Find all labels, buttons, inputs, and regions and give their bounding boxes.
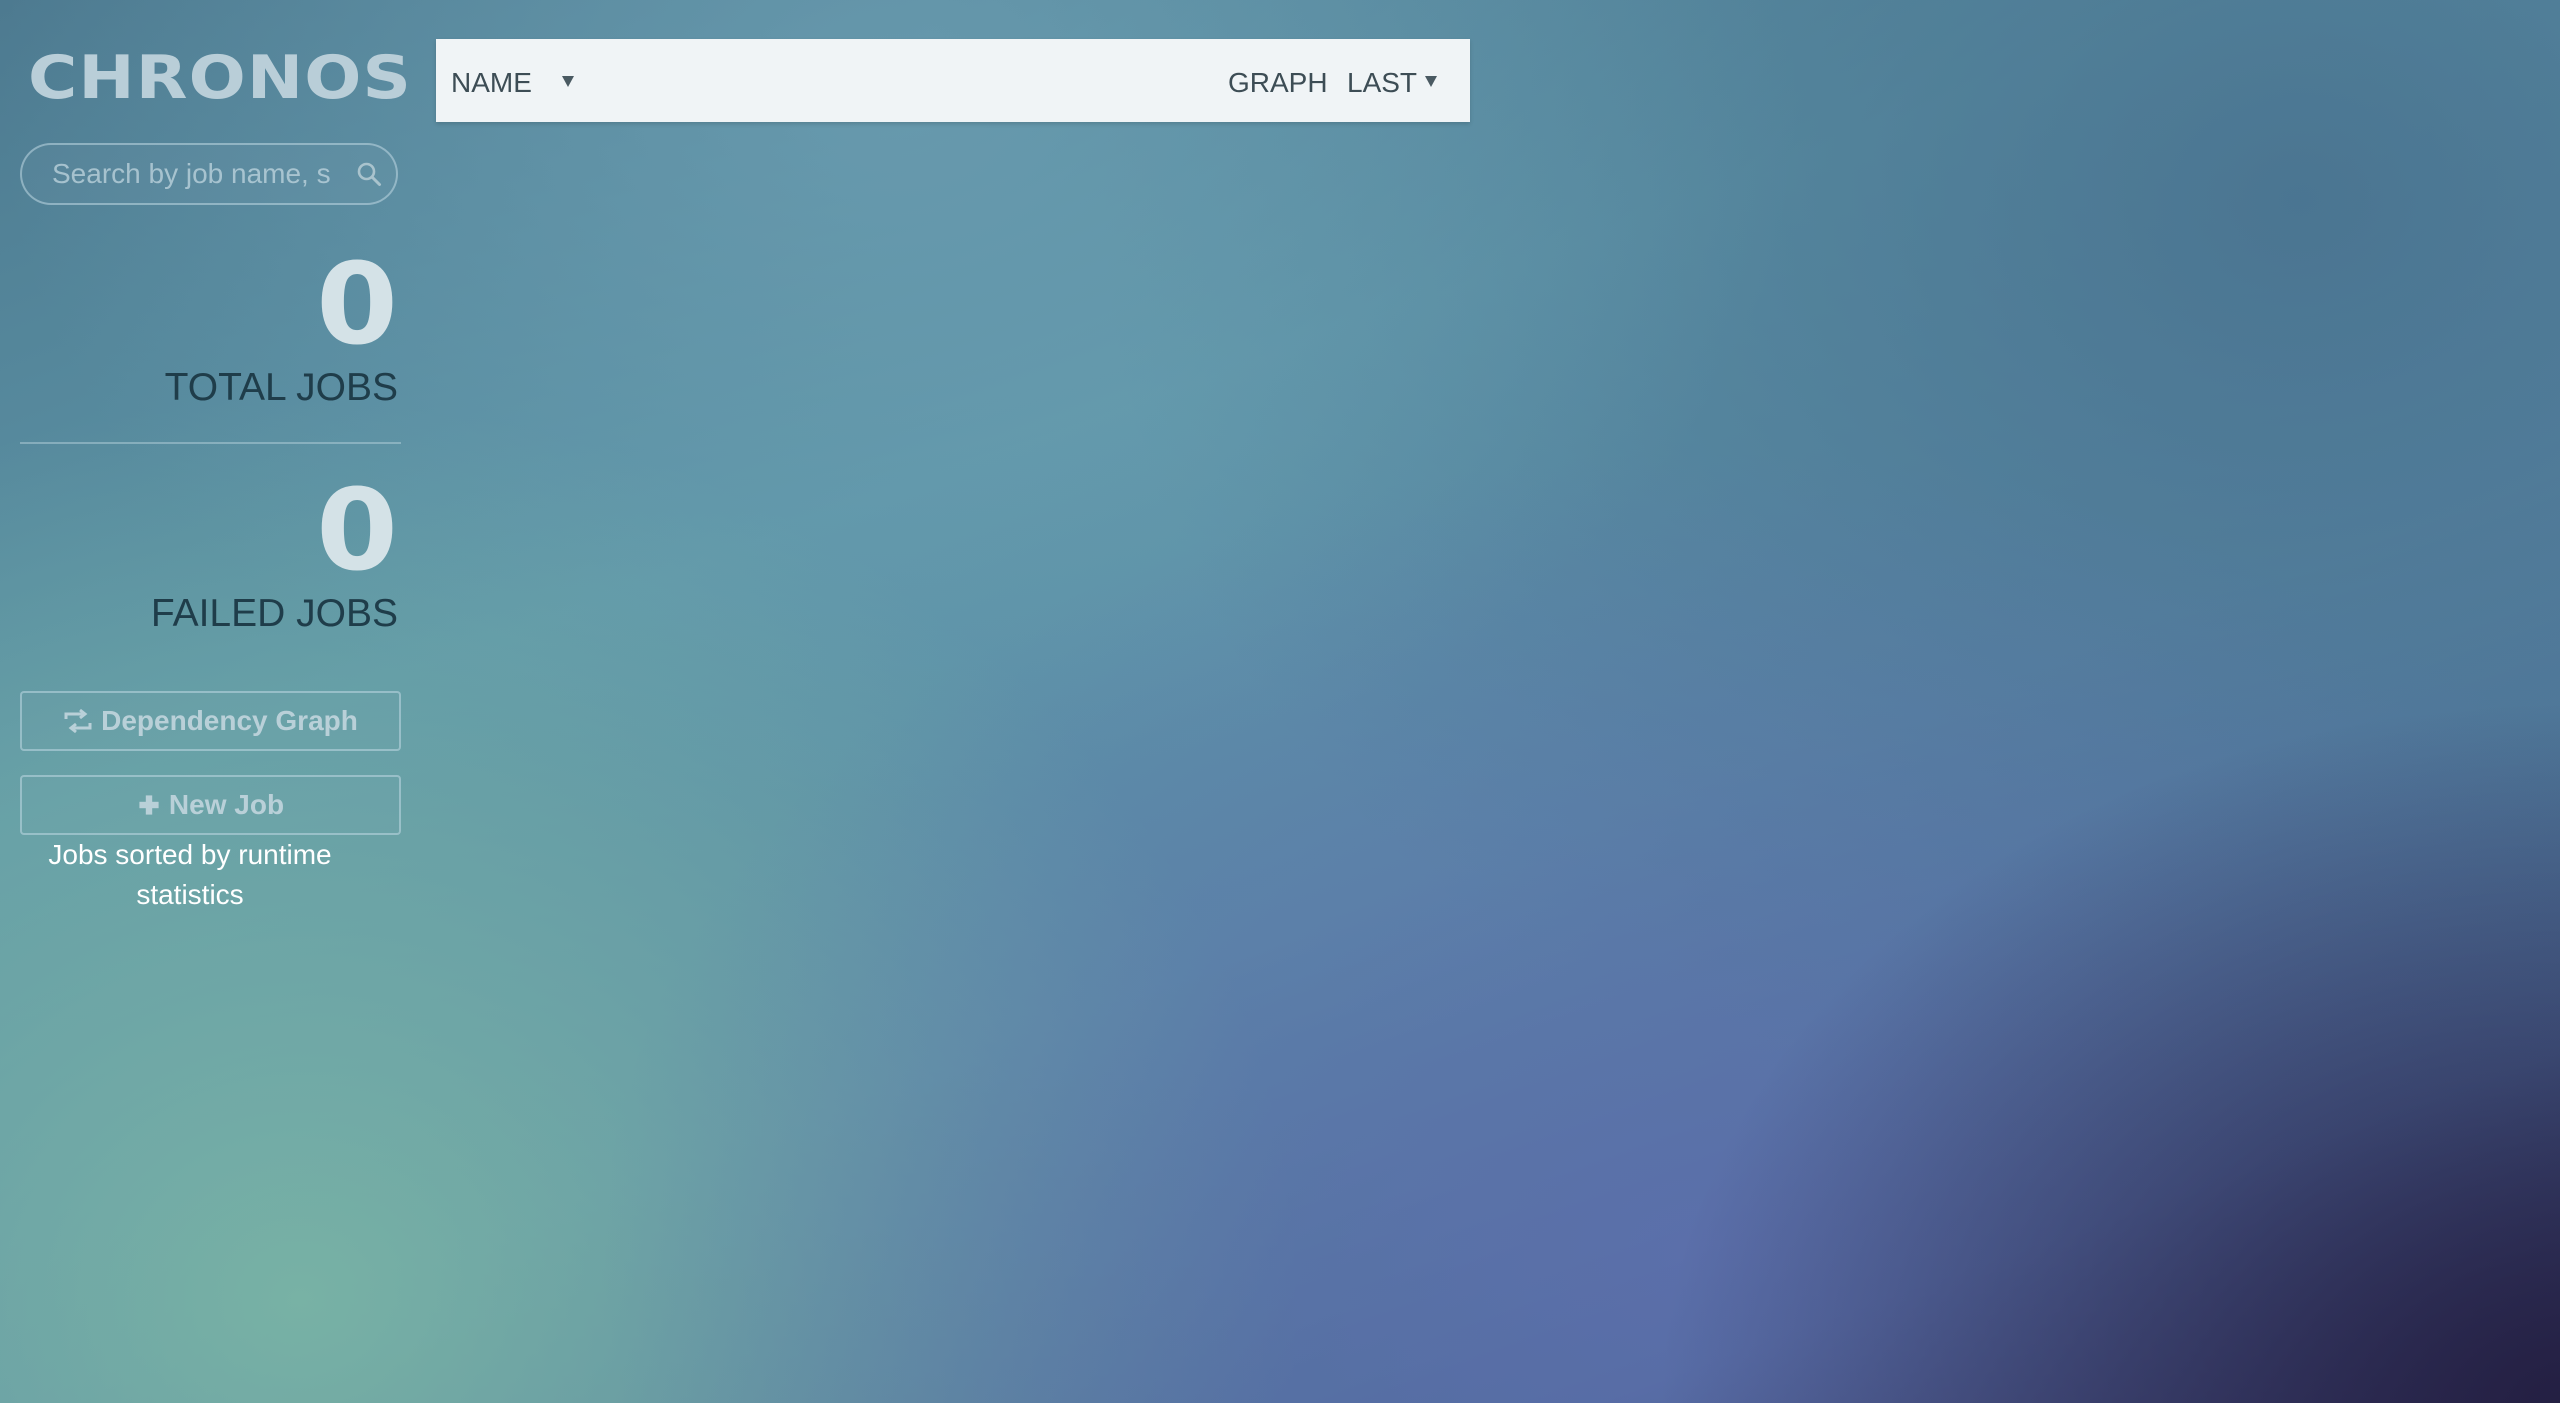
failed-jobs-count: 0: [316, 466, 398, 596]
new-job-label: New Job: [168, 789, 285, 820]
column-header-last[interactable]: LAST: [1347, 67, 1438, 99]
column-header-graph[interactable]: GRAPH: [1228, 67, 1328, 99]
new-job-button[interactable]: New Job: [20, 775, 401, 835]
total-jobs-count: 0: [316, 240, 398, 370]
column-header-name[interactable]: NAME: [451, 67, 574, 99]
column-name-label: NAME: [451, 67, 532, 98]
dependency-graph-button[interactable]: Dependency Graph: [20, 691, 401, 751]
column-last-label: LAST: [1347, 67, 1418, 98]
retweet-icon: [64, 708, 92, 734]
stats-divider: [20, 442, 401, 444]
plus-icon: [139, 795, 159, 815]
dependency-graph-label: Dependency Graph: [101, 705, 358, 736]
failed-jobs-stat: 0 FAILED JOBS: [20, 475, 398, 636]
sort-caret-icon: [1425, 75, 1438, 87]
app-logo: CHRONOS: [28, 43, 413, 113]
total-jobs-label: TOTAL JOBS: [164, 366, 398, 409]
jobs-table-header: NAME GRAPH LAST: [436, 39, 1470, 122]
sort-caret-icon: [561, 75, 574, 87]
failed-jobs-label: FAILED JOBS: [150, 592, 398, 635]
search-box[interactable]: [20, 143, 398, 205]
sort-hint-text: Jobs sorted by runtime statistics: [48, 839, 332, 910]
total-jobs-stat: 0 TOTAL JOBS: [20, 249, 398, 410]
search-input[interactable]: [52, 145, 358, 203]
search-icon[interactable]: [356, 161, 382, 187]
